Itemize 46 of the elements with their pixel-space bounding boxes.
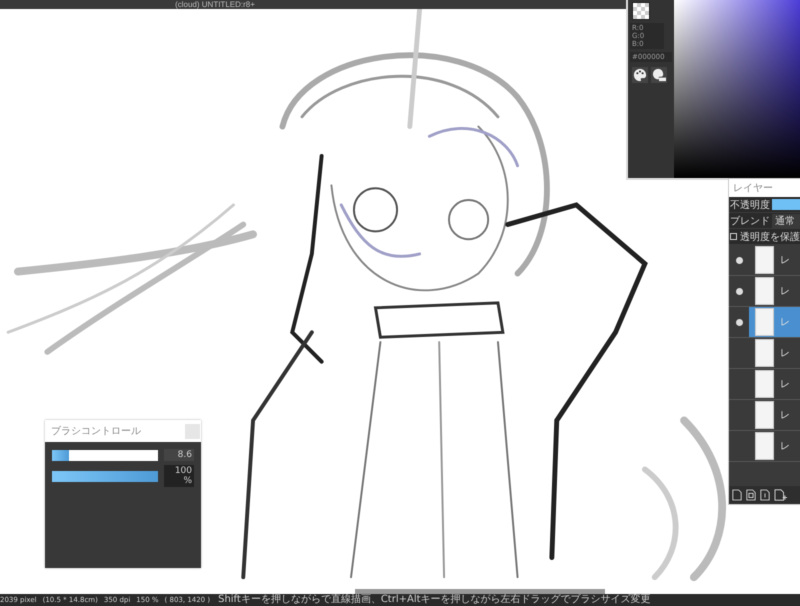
new-1bit-layer-icon[interactable] <box>760 489 770 501</box>
horizontal-scrollbar[interactable] <box>355 589 605 594</box>
layer-thumbnail <box>755 432 774 460</box>
blend-label: ブレンド <box>730 214 770 228</box>
window-title: (cloud) UNTITLED:r8+ <box>175 0 255 9</box>
layer-thumbnail <box>755 370 774 398</box>
protect-alpha-checkbox[interactable]: 透明度を保護 <box>730 230 800 244</box>
layer-name: レ <box>780 254 790 267</box>
layer-name: レ <box>780 409 790 422</box>
slider-value: 8.6 <box>164 449 194 461</box>
layer-item[interactable]: レ <box>729 431 800 462</box>
layer-item[interactable]: レ <box>729 338 800 369</box>
visibility-dot-icon[interactable] <box>736 256 742 264</box>
palette-edit-icon[interactable] <box>651 67 667 83</box>
new-layer-icon[interactable] <box>732 489 742 501</box>
transparent-swatch[interactable] <box>632 2 650 20</box>
layer-item[interactable]: レ <box>729 400 800 431</box>
layer-name: レ <box>780 316 790 329</box>
layer-thumbnail <box>755 246 774 274</box>
layer-thumbnail <box>755 277 774 305</box>
opacity-label: 不透明度 <box>730 198 770 212</box>
layer-item[interactable]: レ <box>729 276 800 307</box>
new-8bit-layer-icon[interactable] <box>746 489 756 501</box>
brush-slider[interactable] <box>52 450 158 460</box>
layer-name: レ <box>780 440 790 453</box>
color-picker-square[interactable] <box>674 0 800 178</box>
layer-name: レ <box>780 378 790 391</box>
add-layer-icon[interactable] <box>774 489 788 501</box>
panel-title: レイヤー <box>733 182 773 195</box>
brush-slider[interactable] <box>52 470 158 482</box>
panel-title: ブラシコントロール <box>51 424 141 438</box>
layer-item[interactable]: レ <box>729 369 800 400</box>
slider-value: 100 % <box>164 465 194 487</box>
visibility-dot-icon[interactable] <box>736 288 742 294</box>
status-hint: Shiftキーを押しながらで直線描画、Ctrl+Altキーを押しながら左右ドラッグでブラシサイズ変更 <box>218 594 651 606</box>
blend-mode-dropdown[interactable]: 通常 <box>772 214 800 228</box>
visibility-dot-icon[interactable] <box>736 318 742 326</box>
layer-thumbnail <box>755 401 774 429</box>
layer-thumbnail <box>755 339 774 367</box>
opacity-slider[interactable] <box>772 199 800 210</box>
layer-name: レ <box>780 285 790 298</box>
palette-icon[interactable] <box>632 67 648 83</box>
layer-name: レ <box>780 347 790 360</box>
layer-item[interactable]: レ <box>729 245 800 276</box>
panel-toggle-icon[interactable] <box>185 424 200 438</box>
layer-thumbnail <box>755 308 774 336</box>
